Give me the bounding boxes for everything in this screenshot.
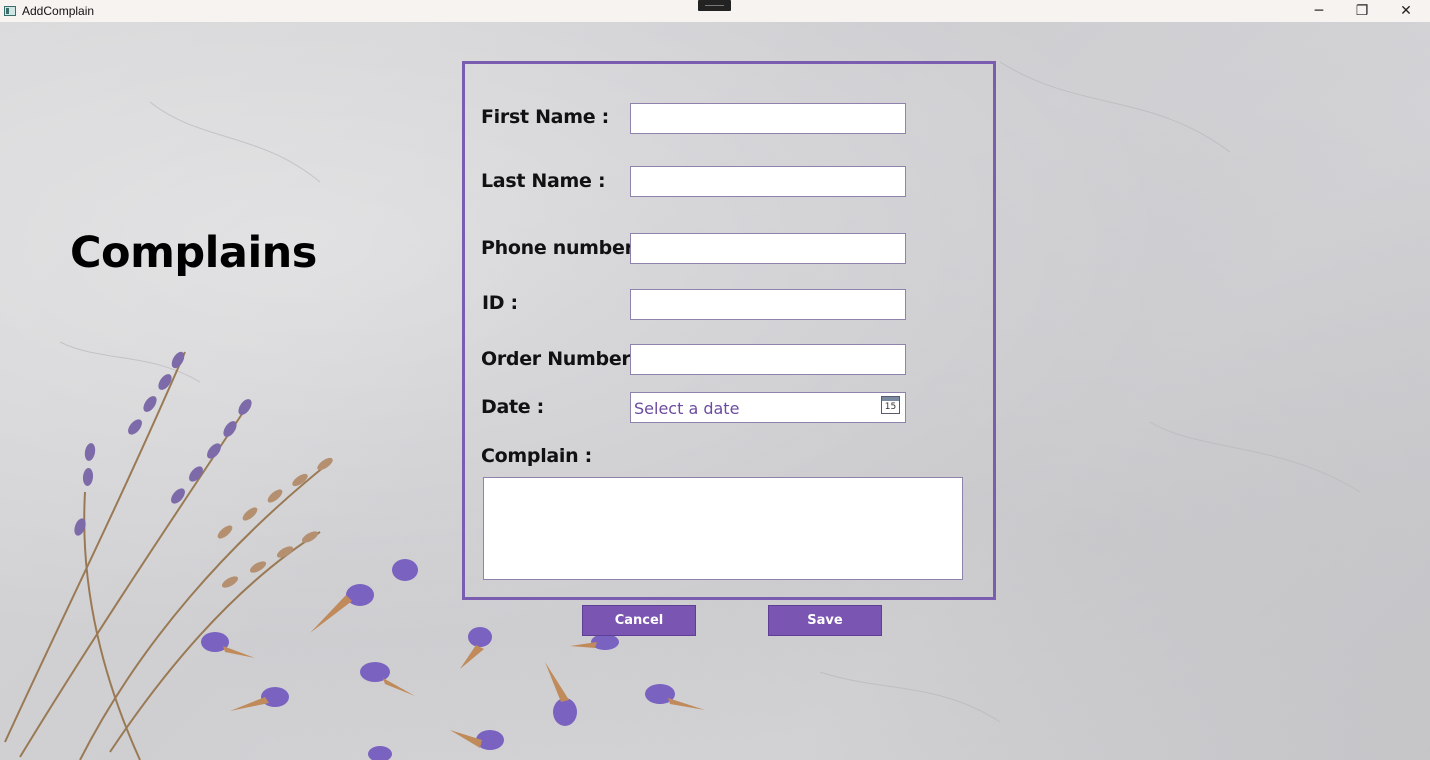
- cancel-button[interactable]: Cancel: [582, 605, 696, 636]
- app-icon: [4, 6, 16, 16]
- order-number-label: Order Number :: [481, 348, 645, 370]
- calendar-icon[interactable]: 15: [881, 396, 900, 414]
- title-bar: AddComplain ─ ❐ ✕: [0, 0, 1430, 22]
- id-label: ID :: [482, 292, 518, 314]
- snap-layout-handle[interactable]: [698, 0, 731, 11]
- complain-label: Complain :: [481, 445, 592, 467]
- first-name-field[interactable]: [630, 103, 906, 134]
- date-label: Date :: [481, 396, 544, 418]
- page-title: Complains: [70, 228, 317, 278]
- complain-textarea[interactable]: [483, 477, 963, 580]
- window-title: AddComplain: [22, 4, 95, 18]
- close-button[interactable]: ✕: [1384, 0, 1428, 22]
- first-name-label: First Name :: [481, 106, 609, 128]
- restore-button[interactable]: ❐: [1340, 0, 1384, 22]
- save-button[interactable]: Save: [768, 605, 882, 636]
- phone-number-field[interactable]: [630, 233, 906, 264]
- id-field[interactable]: [630, 289, 906, 320]
- date-placeholder: Select a date: [634, 399, 740, 418]
- date-picker[interactable]: Select a date 15: [630, 392, 906, 423]
- last-name-label: Last Name :: [481, 170, 606, 192]
- order-number-field[interactable]: [630, 344, 906, 375]
- phone-number-label: Phone number :: [481, 237, 648, 259]
- last-name-field[interactable]: [630, 166, 906, 197]
- minimize-button[interactable]: ─: [1297, 0, 1341, 22]
